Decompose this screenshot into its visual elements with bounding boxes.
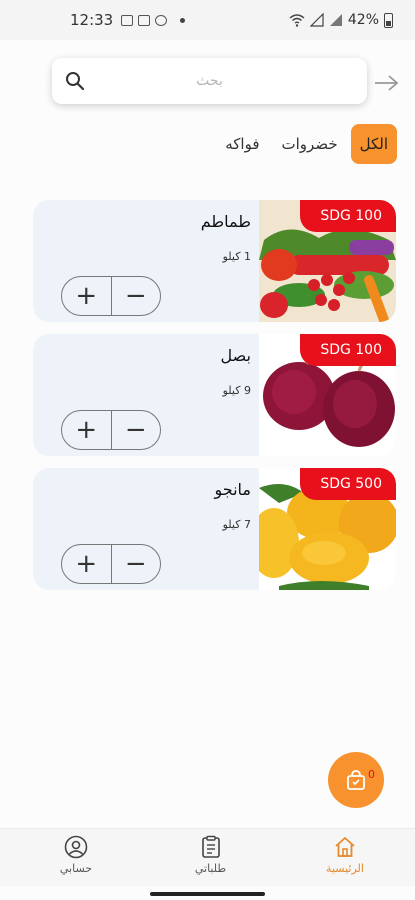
nav-home[interactable]: الرئيسية xyxy=(315,829,375,886)
signal-icon xyxy=(309,13,324,27)
quantity-stepper: + − xyxy=(61,276,161,316)
increase-button[interactable]: + xyxy=(62,411,111,449)
gesture-bar xyxy=(150,892,265,896)
back-arrow-icon[interactable] xyxy=(372,70,400,96)
increase-button[interactable]: + xyxy=(62,545,111,583)
battery-icon xyxy=(384,12,393,28)
tab-fruits[interactable]: فواكه xyxy=(216,124,268,164)
product-weight: 1 كيلو xyxy=(222,250,251,263)
quantity-stepper: + − xyxy=(61,544,161,584)
category-tabs: الكل خضروات فواكه xyxy=(216,124,397,164)
product-card[interactable]: SDG 500 مانجو 7 كيلو + − xyxy=(33,468,396,590)
nav-account-label: حسابي xyxy=(59,862,93,875)
product-card[interactable]: SDG 100 بصل 9 كيلو + − xyxy=(33,334,396,456)
product-weight: 9 كيلو xyxy=(222,384,251,397)
quantity-stepper: + − xyxy=(61,410,161,450)
orders-icon xyxy=(201,835,220,858)
status-time: 12:33 xyxy=(70,11,114,29)
search-icon[interactable] xyxy=(52,58,98,104)
tab-all[interactable]: الكل xyxy=(350,124,397,164)
more-notifications-icon xyxy=(180,17,186,23)
nav-orders-label: طلباتي xyxy=(194,862,227,875)
status-bar: 12:33 42% xyxy=(0,0,415,40)
search-input[interactable] xyxy=(98,73,367,89)
shopping-bag-icon xyxy=(347,770,365,790)
nav-home-label: الرئيسية xyxy=(326,862,364,875)
tab-vegetables[interactable]: خضروات xyxy=(273,124,347,164)
product-name: طماطم xyxy=(200,212,251,231)
cart-count-badge: 0 xyxy=(368,768,375,781)
product-card[interactable]: SDG 100 طماطم 1 كيلو + − xyxy=(33,200,396,322)
home-icon xyxy=(335,837,355,857)
gallery-notification-icon xyxy=(121,14,134,26)
account-icon xyxy=(64,835,88,859)
laptop-notification-icon xyxy=(138,14,151,26)
decrease-button[interactable]: − xyxy=(110,277,161,315)
search-bar[interactable] xyxy=(52,58,367,104)
nav-account[interactable]: حسابي xyxy=(46,829,106,886)
decrease-button[interactable]: − xyxy=(110,545,161,583)
nav-orders[interactable]: طلباتي xyxy=(181,829,241,886)
product-name: بصل xyxy=(220,346,251,365)
price-badge: SDG 100 xyxy=(300,334,396,366)
bottom-navigation: حسابي طلباتي الرئيسية xyxy=(0,828,415,886)
cart-button[interactable]: 0 xyxy=(328,752,384,808)
increase-button[interactable]: + xyxy=(62,277,111,315)
product-weight: 7 كيلو xyxy=(222,518,251,531)
wifi-icon xyxy=(289,14,305,27)
signal-icon-2 xyxy=(329,14,342,26)
price-badge: SDG 500 xyxy=(300,468,396,500)
whatsapp-notification-icon xyxy=(155,14,168,26)
battery-percent: 42% xyxy=(347,12,379,28)
notification-icons xyxy=(121,14,186,26)
price-badge: SDG 100 xyxy=(300,200,396,232)
product-name: مانجو xyxy=(214,480,252,499)
decrease-button[interactable]: − xyxy=(110,411,161,449)
